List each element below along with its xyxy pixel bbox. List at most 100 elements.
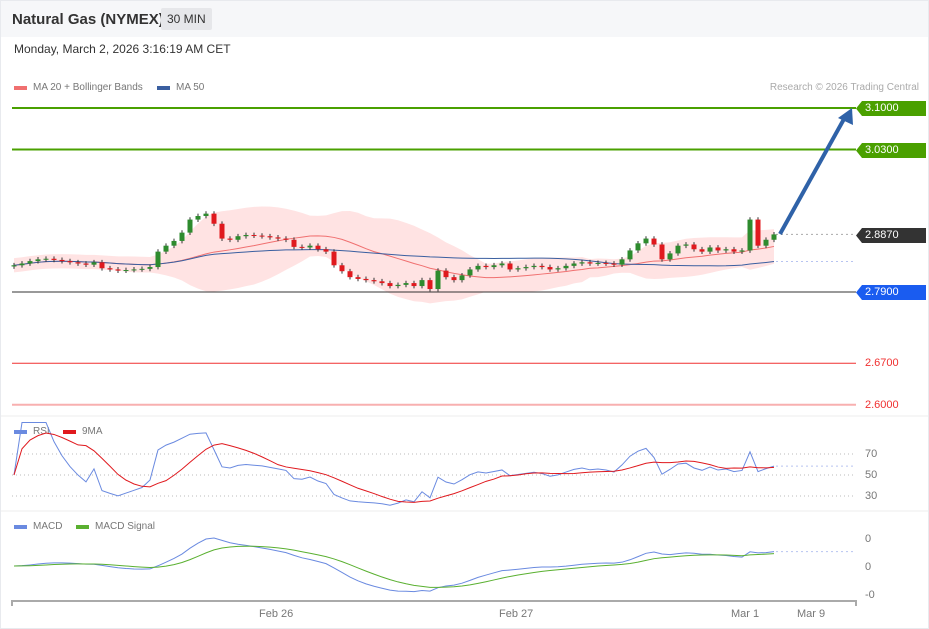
candle bbox=[131, 269, 137, 271]
candle bbox=[707, 247, 713, 252]
candle bbox=[451, 277, 457, 281]
candle bbox=[267, 236, 273, 238]
macd-line bbox=[13, 537, 775, 593]
candle bbox=[523, 267, 529, 269]
candle bbox=[75, 262, 81, 264]
candle bbox=[227, 238, 233, 240]
candle bbox=[771, 234, 777, 240]
candle bbox=[475, 265, 481, 270]
candle bbox=[339, 265, 345, 272]
candle bbox=[299, 246, 305, 248]
candle bbox=[435, 270, 441, 290]
candle bbox=[243, 235, 249, 237]
candle bbox=[51, 258, 57, 260]
candle bbox=[491, 265, 497, 268]
candle bbox=[203, 213, 209, 217]
candle bbox=[219, 223, 225, 239]
candle bbox=[83, 263, 89, 265]
candle bbox=[587, 262, 593, 264]
candle bbox=[723, 249, 729, 251]
candle bbox=[235, 236, 241, 240]
candle bbox=[139, 268, 145, 270]
candle bbox=[91, 262, 97, 265]
candle bbox=[211, 213, 217, 224]
candle bbox=[331, 251, 337, 266]
candle bbox=[147, 267, 153, 269]
candle bbox=[571, 263, 577, 266]
level-label-support-1: 2.6700 bbox=[865, 357, 899, 369]
candle bbox=[155, 251, 161, 268]
candle bbox=[363, 278, 369, 281]
candle bbox=[667, 253, 673, 260]
candle bbox=[747, 219, 753, 251]
level-tag-resistance-1: 3.0300 bbox=[856, 143, 926, 158]
candle bbox=[35, 259, 41, 262]
candle bbox=[123, 270, 129, 272]
candle bbox=[27, 261, 33, 264]
candle bbox=[315, 245, 321, 250]
candle bbox=[419, 280, 425, 287]
candle bbox=[307, 245, 313, 248]
candle bbox=[499, 263, 505, 266]
candle bbox=[627, 250, 633, 260]
candle bbox=[563, 265, 569, 269]
level-tag-current-price: 2.8870 bbox=[856, 228, 926, 243]
target-arrow bbox=[778, 118, 846, 235]
candle bbox=[691, 244, 697, 250]
macd-tick: -0 bbox=[865, 589, 875, 601]
candle bbox=[291, 239, 297, 247]
x-tick: Feb 27 bbox=[499, 608, 534, 620]
candle bbox=[171, 240, 177, 246]
candle bbox=[755, 219, 761, 246]
macd-tick: 0 bbox=[865, 533, 872, 545]
candle bbox=[515, 268, 521, 270]
x-tick: Feb 26 bbox=[259, 608, 294, 620]
rsi-line bbox=[13, 422, 775, 506]
candle bbox=[59, 259, 65, 262]
x-tick: Mar 9 bbox=[797, 608, 826, 620]
candle bbox=[427, 280, 433, 290]
chart-canvas[interactable] bbox=[1, 1, 929, 629]
candle bbox=[347, 271, 353, 278]
candle bbox=[403, 283, 409, 285]
candle bbox=[43, 258, 49, 260]
candle bbox=[635, 243, 641, 251]
candle bbox=[539, 265, 545, 268]
candle bbox=[99, 262, 105, 269]
candle bbox=[595, 262, 601, 264]
candle bbox=[715, 247, 721, 251]
candle bbox=[611, 263, 617, 265]
candle bbox=[555, 268, 561, 270]
candle bbox=[67, 261, 73, 263]
candle bbox=[379, 281, 385, 284]
candle bbox=[179, 232, 185, 241]
candle bbox=[731, 249, 737, 252]
candle bbox=[531, 265, 537, 268]
candle bbox=[699, 249, 705, 252]
rsi-tick: 50 bbox=[865, 469, 878, 481]
candle bbox=[19, 263, 25, 266]
candle bbox=[371, 280, 377, 282]
rsi-tick: 30 bbox=[865, 490, 878, 502]
candle bbox=[675, 245, 681, 254]
candle bbox=[739, 250, 745, 252]
level-label-support-2: 2.6000 bbox=[865, 399, 899, 411]
candle bbox=[355, 277, 361, 279]
candle bbox=[187, 219, 193, 233]
candle bbox=[547, 267, 553, 270]
candle bbox=[115, 269, 121, 271]
candle bbox=[323, 249, 329, 252]
candle bbox=[163, 245, 169, 252]
chart-widget: Natural Gas (NYMEX) 30 MIN Monday, March… bbox=[0, 0, 929, 629]
candle bbox=[467, 269, 473, 276]
candle bbox=[459, 275, 465, 281]
candle bbox=[195, 216, 201, 220]
macd-signal-line bbox=[13, 545, 775, 588]
candle bbox=[251, 235, 257, 237]
level-tag-resistance-2: 3.1000 bbox=[856, 101, 926, 116]
candle bbox=[275, 237, 281, 239]
x-tick: Mar 1 bbox=[731, 608, 760, 620]
candle bbox=[603, 262, 609, 264]
x-axis bbox=[11, 600, 857, 606]
candle bbox=[259, 235, 265, 237]
